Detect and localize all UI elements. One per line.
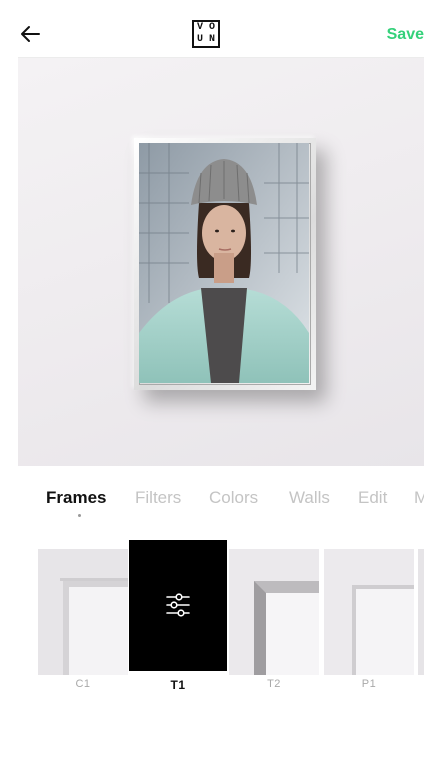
frame-option-t1[interactable] xyxy=(129,540,227,671)
logo-letter: O xyxy=(208,22,215,33)
frame-option-label: C1 xyxy=(75,678,91,690)
tab-walls[interactable]: Walls xyxy=(289,488,330,508)
active-tab-indicator xyxy=(78,514,81,517)
frame-option-t2[interactable] xyxy=(229,549,319,675)
adjust-sliders-icon[interactable] xyxy=(165,592,191,618)
back-arrow-icon[interactable] xyxy=(18,22,42,46)
save-button[interactable]: Save xyxy=(387,26,424,44)
frame-option-label: T1 xyxy=(170,678,186,692)
tab-more[interactable]: M xyxy=(414,488,424,508)
frame-thumbnails: C1 T1 T2 P1 xyxy=(38,540,424,700)
logo-letter: N xyxy=(208,34,215,45)
frame-option-c1[interactable] xyxy=(38,549,128,675)
logo-letter: U xyxy=(196,34,203,45)
frame-option-p1[interactable] xyxy=(324,549,414,675)
frame-preview-area xyxy=(18,58,424,466)
framed-photo xyxy=(139,143,311,385)
tab-edit[interactable]: Edit xyxy=(358,488,387,508)
tab-colors[interactable]: Colors xyxy=(209,488,258,508)
tab-frames[interactable]: Frames xyxy=(46,488,106,508)
frame-option-label: P1 xyxy=(361,678,377,690)
editor-tab-bar: Frames Filters Colors Walls Edit M xyxy=(18,466,424,528)
frame-option-label: T2 xyxy=(267,678,281,690)
app-logo: V O U N xyxy=(192,20,220,48)
top-bar xyxy=(18,0,424,58)
frame-option-next[interactable] xyxy=(418,549,424,675)
logo-letter: V xyxy=(196,22,203,33)
picture-frame xyxy=(134,138,316,390)
tab-filters[interactable]: Filters xyxy=(135,488,181,508)
